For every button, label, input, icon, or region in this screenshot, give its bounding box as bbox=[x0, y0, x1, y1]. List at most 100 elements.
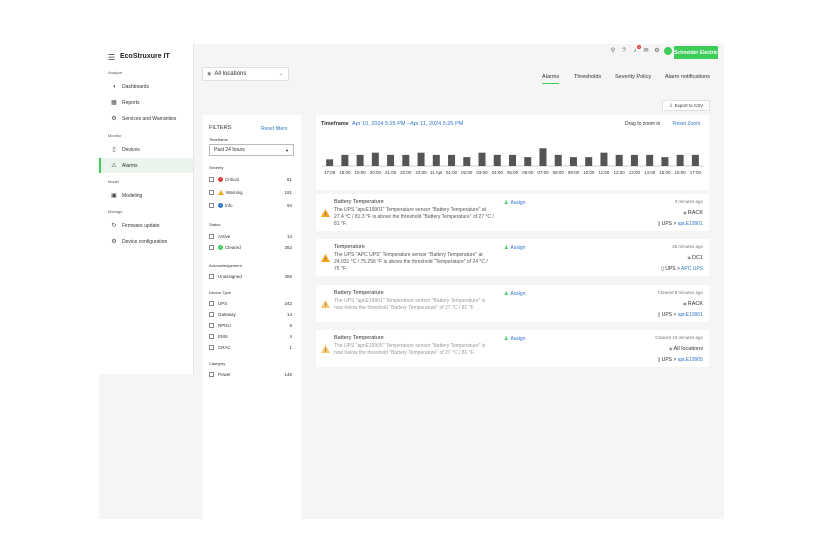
alarm-card[interactable]: ! Battery Temperature The UPS "apcE19901" … bbox=[316, 194, 709, 231]
sidebar-item-devices[interactable]: ▯ Devices bbox=[99, 142, 193, 157]
sidebar-item-firmware[interactable]: ↻ Firmware update bbox=[99, 218, 193, 233]
help-icon[interactable]: ? bbox=[620, 47, 628, 55]
severity-critical[interactable]: ! Critical 81 bbox=[209, 175, 294, 183]
sidebar-item-reports[interactable]: ▦ Reports bbox=[99, 95, 193, 110]
chart-bar[interactable] bbox=[585, 157, 593, 166]
settings-icon[interactable]: ⚙ bbox=[653, 47, 661, 55]
chart-bar[interactable] bbox=[371, 152, 379, 166]
device-type-ups[interactable]: UPS 342 bbox=[209, 299, 294, 307]
device-type-crac[interactable]: CRAC 1 bbox=[209, 343, 294, 351]
device-link[interactable]: apcE19901 bbox=[678, 312, 703, 318]
timeframe-range[interactable]: Apr 10, 2024 5:25 PM - Apr 11, 2024 5:25… bbox=[352, 121, 463, 127]
reset-filters-link[interactable]: Reset filters bbox=[261, 126, 287, 132]
device-type-rpdu[interactable]: RPDU 5 bbox=[209, 321, 294, 329]
chart-bar[interactable] bbox=[463, 157, 471, 166]
assign-button[interactable]: ♟ Assign bbox=[504, 200, 526, 206]
sidebar-item-services[interactable]: ⚙ Services and Warranties bbox=[99, 111, 193, 126]
alarm-device[interactable]: ▯ UPS > apcE19901 bbox=[658, 221, 703, 227]
chart-bar[interactable] bbox=[402, 154, 410, 166]
chart-bar[interactable] bbox=[646, 154, 654, 166]
checkbox[interactable] bbox=[209, 233, 214, 239]
chart-bar[interactable] bbox=[341, 154, 349, 166]
device-link[interactable]: apcE19901 bbox=[678, 221, 703, 227]
alarm-timeline-chart[interactable]: 17:00 18:00 19:00 20:00 21:00 22:00 23:00 11 Ap… bbox=[316, 143, 709, 185]
tab-alarms[interactable]: Alarms bbox=[542, 74, 560, 84]
category-power[interactable]: Power 146 bbox=[209, 370, 294, 378]
checkbox[interactable] bbox=[209, 300, 214, 306]
chart-bar[interactable] bbox=[676, 154, 684, 166]
alarm-location[interactable]: ◉ All locations bbox=[669, 346, 703, 352]
chart-bar[interactable] bbox=[524, 157, 532, 166]
export-csv-button[interactable]: ⇩ Export to CSV bbox=[662, 100, 710, 111]
chart-bar[interactable] bbox=[691, 154, 699, 166]
chart-bar[interactable] bbox=[326, 159, 334, 166]
chart-tick-label: 08:00 bbox=[553, 170, 565, 175]
chart-bar[interactable] bbox=[478, 152, 486, 166]
location-selector[interactable]: ◉ All locations ⌄ bbox=[202, 67, 289, 81]
chat-icon[interactable]: ✉ bbox=[642, 47, 650, 55]
checkbox[interactable] bbox=[209, 202, 214, 208]
chart-bar[interactable] bbox=[554, 154, 562, 166]
chart-bar[interactable] bbox=[661, 157, 669, 166]
chart-bar[interactable] bbox=[539, 148, 547, 166]
chart-bar[interactable] bbox=[615, 154, 623, 166]
tab-severity-policy[interactable]: Severity Policy bbox=[615, 74, 651, 80]
alarm-card[interactable]: ! Battery Temperature The UPS "apcE19901" … bbox=[316, 285, 709, 322]
alarm-title[interactable]: Temperature bbox=[334, 244, 365, 250]
tab-alarm-notifications[interactable]: Alarm notifications bbox=[665, 74, 710, 80]
checkbox[interactable] bbox=[209, 244, 214, 250]
status-active[interactable]: Active 14 bbox=[209, 232, 294, 240]
tab-thresholds[interactable]: Thresholds bbox=[574, 74, 601, 80]
severity-info[interactable]: i Info 94 bbox=[209, 201, 294, 209]
sidebar-item-device-config[interactable]: ⚙ Device configuration bbox=[99, 234, 193, 249]
device-link[interactable]: apcE19905 bbox=[678, 357, 703, 363]
checkbox[interactable] bbox=[209, 333, 214, 339]
checkbox[interactable] bbox=[209, 322, 214, 328]
alarm-location[interactable]: ◉ RACK bbox=[683, 301, 703, 307]
checkbox[interactable] bbox=[209, 176, 214, 182]
avatar[interactable] bbox=[664, 47, 672, 55]
alarm-title[interactable]: Battery Temperature bbox=[334, 290, 384, 296]
chart-bar[interactable] bbox=[630, 154, 638, 166]
checkbox[interactable] bbox=[209, 311, 214, 317]
assign-button[interactable]: ♟ Assign bbox=[504, 291, 526, 297]
timeframe-select[interactable]: Past 24 hours ▼ bbox=[209, 144, 294, 156]
chart-bar[interactable] bbox=[600, 152, 608, 166]
reset-zoom-link[interactable]: Reset Zoom bbox=[673, 121, 700, 127]
alarm-device[interactable]: ▯ UPS > APC UPS bbox=[661, 266, 703, 272]
chart-tick-label: 12:00 bbox=[614, 170, 626, 175]
alarm-location[interactable]: ◉ RACK bbox=[683, 210, 703, 216]
checkbox[interactable] bbox=[209, 371, 214, 377]
severity-warning[interactable]: Warning 191 bbox=[209, 188, 294, 196]
chart-bar[interactable] bbox=[432, 154, 440, 166]
alarm-device[interactable]: ▯ UPS > apcE19905 bbox=[658, 357, 703, 363]
checkbox[interactable] bbox=[209, 344, 214, 350]
alarm-location[interactable]: ◉ DC1 bbox=[687, 255, 703, 261]
device-type-ems[interactable]: EMS 4 bbox=[209, 332, 294, 340]
alarm-title[interactable]: Battery Temperature bbox=[334, 335, 384, 341]
chart-bar[interactable] bbox=[493, 154, 501, 166]
device-type-gateway[interactable]: Gateway 14 bbox=[209, 310, 294, 318]
chart-bar[interactable] bbox=[417, 152, 425, 166]
sidebar-item-dashboards[interactable]: ◖ Dashboards bbox=[99, 79, 193, 94]
chart-bar[interactable] bbox=[509, 154, 516, 166]
assign-button[interactable]: ♟ Assign bbox=[504, 336, 526, 342]
status-cleared[interactable]: ✓ Cleared 352 bbox=[209, 243, 294, 251]
search-icon[interactable]: ⚲ bbox=[609, 47, 617, 55]
chart-bar[interactable] bbox=[356, 154, 364, 166]
chart-bar[interactable] bbox=[448, 154, 456, 166]
chart-bar[interactable] bbox=[569, 157, 577, 166]
ack-unassigned[interactable]: Unassigned 366 bbox=[209, 272, 294, 280]
sidebar-item-modeling[interactable]: ▣ Modeling bbox=[99, 188, 193, 203]
alarm-device[interactable]: ▯ UPS > apcE19901 bbox=[658, 312, 703, 318]
alarm-card[interactable]: ! Battery Temperature The UPS "apcE19905" … bbox=[316, 330, 709, 367]
menu-icon[interactable]: ☰ bbox=[108, 53, 115, 62]
assign-button[interactable]: ♟ Assign bbox=[504, 245, 526, 251]
checkbox[interactable] bbox=[209, 189, 214, 195]
checkbox[interactable] bbox=[209, 273, 214, 279]
chart-bar[interactable] bbox=[387, 154, 395, 166]
alarm-title[interactable]: Battery Temperature bbox=[334, 199, 384, 205]
device-link[interactable]: APC UPS bbox=[681, 266, 703, 272]
alarm-card[interactable]: ! Temperature The UPS "APC UPS" Temperatur… bbox=[316, 239, 709, 276]
sidebar-item-alarms[interactable]: ⚠ Alarms bbox=[99, 158, 193, 173]
